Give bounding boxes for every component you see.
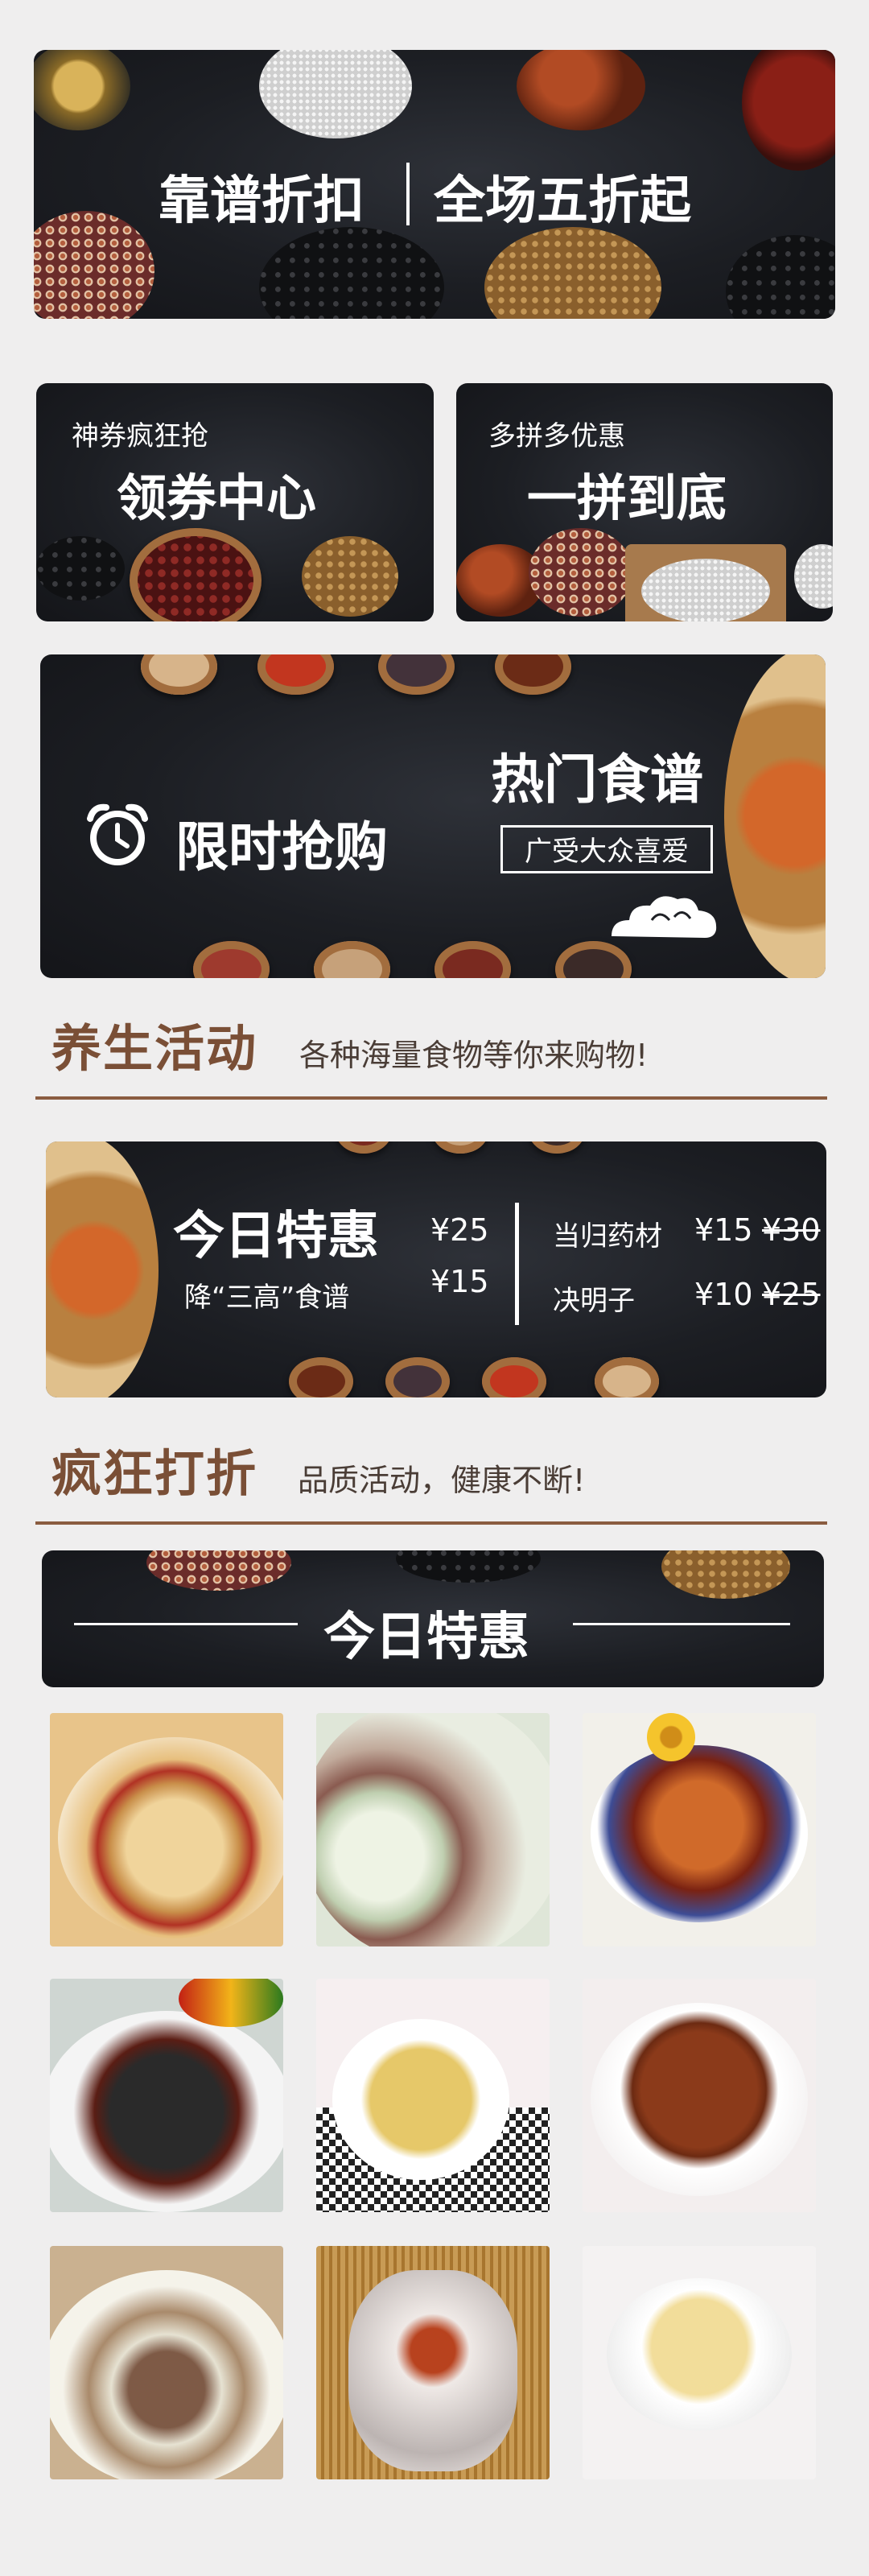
decor-dates <box>742 50 835 171</box>
decor-dried-fruit <box>34 50 130 130</box>
decor-black-beans <box>36 536 125 601</box>
food-card-wintermelon[interactable] <box>316 1713 550 1946</box>
decor-bowl-beans <box>385 1357 450 1397</box>
decor-bowl-anise <box>289 1357 353 1397</box>
deal-price-2: ¥15 <box>430 1264 489 1299</box>
decor-bowl-dark <box>555 941 632 978</box>
today-special-header: 今日特惠 <box>42 1550 824 1687</box>
radish-rib-soup-photo-icon <box>50 2270 283 2479</box>
coupon-big-text: 领券中心 <box>117 469 317 527</box>
decor-flour-board <box>625 544 786 621</box>
decor-grain <box>661 1550 790 1599</box>
black-chicken-photo-icon <box>50 2011 283 2212</box>
banner-left-text: 靠谱折扣 <box>159 171 364 231</box>
deal-item-name: 当归药材 <box>553 1220 662 1253</box>
dessert-jelly-photo-icon <box>348 2270 517 2471</box>
food-card-radish-soup[interactable] <box>50 2246 283 2479</box>
deal-item-old-price: ¥30 <box>762 1212 821 1248</box>
decor-bowl-top <box>336 1141 392 1154</box>
deal-item-old-price: ¥25 <box>762 1277 821 1312</box>
decor-star-anise <box>517 50 645 130</box>
decor-wheat <box>484 227 661 319</box>
chicken-soup-photo-icon <box>58 1737 283 1938</box>
decor-bowl-chili <box>482 1357 546 1397</box>
recipe-badge[interactable]: 广受大众喜爱 <box>500 825 713 873</box>
flash-sale-label: 限时抢购 <box>175 816 388 878</box>
decor-bowl-redbean <box>434 941 511 978</box>
decor-bowl-grains <box>314 941 390 978</box>
herbal-soup-photo-icon <box>591 2003 808 2196</box>
deal-item-price: ¥10 <box>694 1277 753 1312</box>
food-card-mushroom-soup[interactable] <box>316 1979 550 2212</box>
decor-bowl-top-3 <box>529 1141 585 1154</box>
banner-divider <box>406 163 410 225</box>
section-subtitle-health: 各种海量食物等你来购物! <box>299 1038 649 1073</box>
deal-subtitle: 降“三高”食谱 <box>184 1282 350 1314</box>
decor-crab-steamer <box>724 654 826 978</box>
section-divider <box>35 1521 827 1525</box>
coupon-center-card[interactable]: 神券疯狂抢 领券中心 <box>36 383 434 621</box>
food-card-tremella[interactable] <box>583 2246 816 2479</box>
decor-black-beans <box>396 1550 541 1583</box>
food-card-black-chicken[interactable] <box>50 1979 283 2212</box>
decor-bowl-anise <box>495 654 571 695</box>
deal-item-name: 决明子 <box>553 1285 635 1317</box>
top-banner[interactable]: 靠谱折扣 全场五折起 <box>34 50 835 319</box>
group-small-text: 多拼多优惠 <box>488 420 625 452</box>
braised-pork-trotter-photo-icon <box>591 1745 808 1922</box>
alarm-clock-icon <box>82 799 153 870</box>
decor-black-beans <box>259 227 444 319</box>
banner-right-text: 全场五折起 <box>434 171 691 231</box>
decor-bowl-beans <box>378 654 455 695</box>
decor-bowl-beans-2 <box>193 941 270 978</box>
group-big-text: 一拼到底 <box>527 469 727 527</box>
decor-red-bean-bowl <box>130 528 262 621</box>
decor-crab-steamer <box>46 1141 159 1397</box>
section-title-health: 养生活动 <box>51 1019 258 1078</box>
decor-white-beans <box>794 544 833 609</box>
decor-mixed-grains <box>34 211 154 319</box>
decor-bowl-top-2 <box>432 1141 488 1154</box>
food-card-trotter[interactable] <box>583 1713 816 1946</box>
section-subtitle-discount: 品质活动，健康不断! <box>298 1463 586 1498</box>
food-card-dessert[interactable] <box>316 2246 550 2479</box>
today-deal-banner[interactable]: 今日特惠 降“三高”食谱 ¥25 ¥15 当归药材 ¥15 ¥30 决明子 ¥1… <box>46 1141 826 1397</box>
decor-salt <box>259 50 412 138</box>
header-line-left <box>74 1623 298 1625</box>
hot-recipe-title: 热门食谱 <box>491 749 703 811</box>
decor-mixed-grains <box>146 1550 291 1591</box>
deal-price-1: ¥25 <box>430 1212 489 1248</box>
decor-black-rice <box>726 235 835 319</box>
mushroom-soup-photo-icon <box>332 2019 509 2180</box>
decor-bowl-nuts <box>595 1357 659 1397</box>
food-card-chicken[interactable] <box>50 1713 283 1946</box>
deal-title: 今日特惠 <box>173 1207 379 1266</box>
decor-mixed-grains <box>529 528 633 617</box>
decor-bowl-nuts <box>141 654 217 695</box>
wintermelon-rib-photo-icon <box>316 1713 550 1946</box>
section-divider <box>35 1096 827 1100</box>
header-line-right <box>573 1623 790 1625</box>
flower-icon <box>647 1713 695 1761</box>
section-title-discount: 疯狂打折 <box>51 1444 258 1503</box>
decor-bowl-chili <box>257 654 334 695</box>
flash-sale-banner[interactable]: 限时抢购 热门食谱 广受大众喜爱 <box>40 654 826 978</box>
decor-grain <box>302 536 398 617</box>
deal-item-price: ¥15 <box>694 1212 753 1248</box>
food-card-herbal-soup[interactable] <box>583 1979 816 2212</box>
tremella-soup-photo-icon <box>607 2278 792 2431</box>
today-special-title: 今日特惠 <box>323 1608 529 1667</box>
group-buy-card[interactable]: 多拼多优惠 一拼到底 <box>456 383 833 621</box>
deal-divider <box>515 1203 519 1325</box>
coupon-small-text: 神券疯狂抢 <box>72 420 208 452</box>
cloud-icon <box>603 888 724 944</box>
